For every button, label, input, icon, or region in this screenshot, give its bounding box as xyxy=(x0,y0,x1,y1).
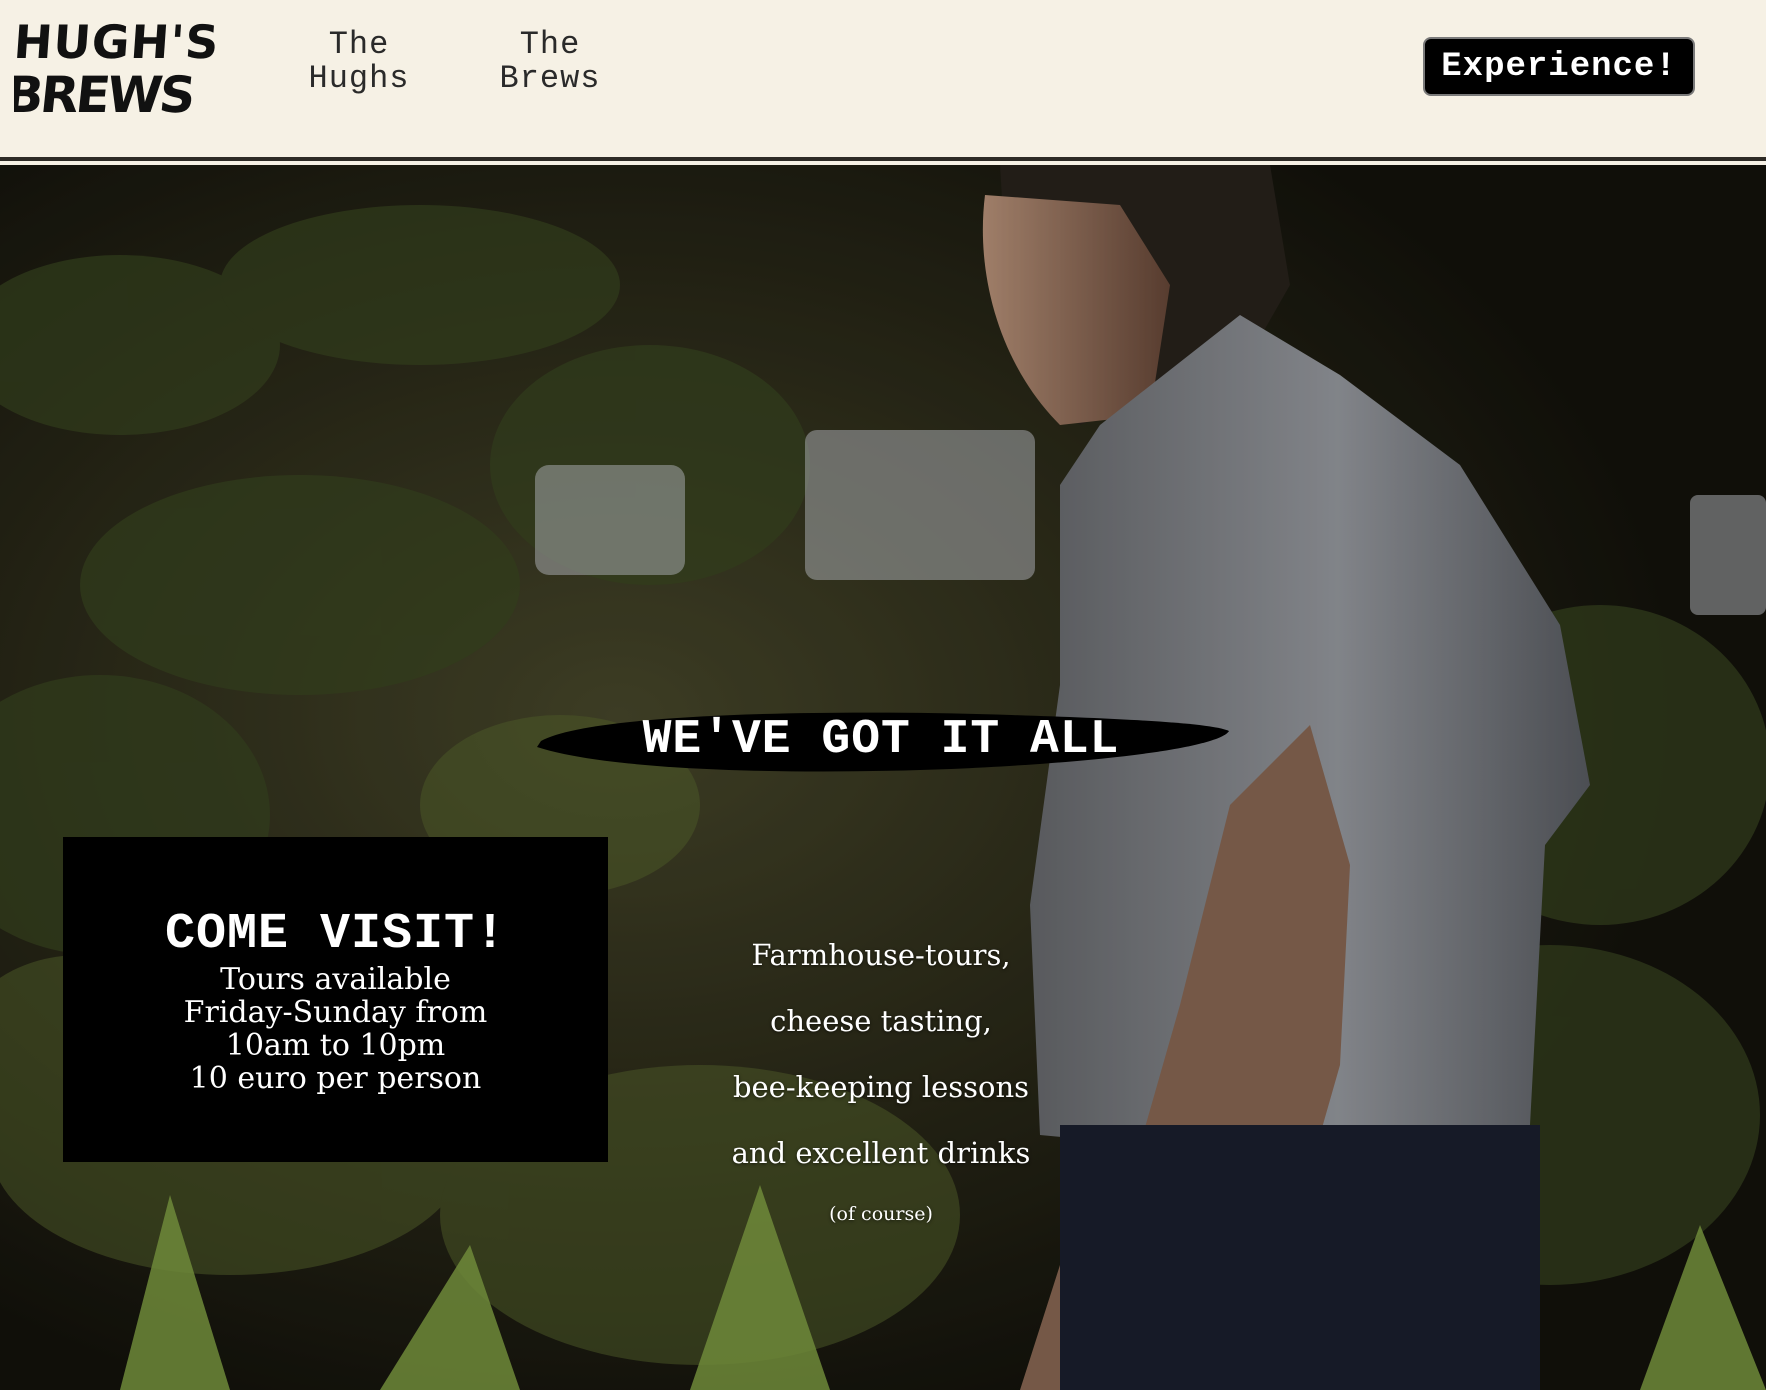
offering-footnote: (of course) xyxy=(829,1203,933,1225)
logo-line-1: HUGH'S xyxy=(14,15,221,69)
visit-line: 10am to 10pm xyxy=(225,1028,446,1063)
nav-the-hughs-line1: The xyxy=(328,26,390,63)
brand-logo[interactable]: HUGH'S BREWS xyxy=(14,14,224,120)
offering-item: and excellent drinks xyxy=(731,1136,1031,1170)
offering-item: Farmhouse-tours, xyxy=(751,938,1011,972)
visit-line: Tours available xyxy=(220,962,451,997)
nav-the-brews[interactable]: The Brews xyxy=(485,28,615,96)
visit-line: Friday-Sunday from xyxy=(183,995,488,1030)
visit-title: COME VISIT! xyxy=(164,906,507,963)
hero-section: WE'VE GOT IT ALL COME VISIT! Tours avail… xyxy=(0,165,1766,1390)
logo-line-2: BREWS xyxy=(14,65,196,120)
nav-the-brews-line1: The xyxy=(519,26,581,63)
headline-banner: WE'VE GOT IT ALL xyxy=(531,705,1231,775)
site-header: HUGH'S BREWS The Hughs The Brews Experie… xyxy=(0,0,1766,161)
nav-the-hughs-line2: Hughs xyxy=(308,60,410,97)
visit-info-box: COME VISIT! Tours available Friday-Sunda… xyxy=(63,837,608,1162)
nav-the-brews-line2: Brews xyxy=(499,60,601,97)
visit-line: 10 euro per person xyxy=(189,1061,482,1096)
logo-wordmark: HUGH'S BREWS xyxy=(14,15,221,120)
nav-the-hughs[interactable]: The Hughs xyxy=(294,28,424,96)
headline-text: WE'VE GOT IT ALL xyxy=(642,713,1120,767)
offerings-list: Farmhouse-tours, cheese tasting, bee-kee… xyxy=(681,935,1081,1229)
experience-button[interactable]: Experience! xyxy=(1423,37,1695,96)
offering-item: cheese tasting, xyxy=(770,1004,992,1038)
offering-item: bee-keeping lessons xyxy=(732,1070,1030,1104)
